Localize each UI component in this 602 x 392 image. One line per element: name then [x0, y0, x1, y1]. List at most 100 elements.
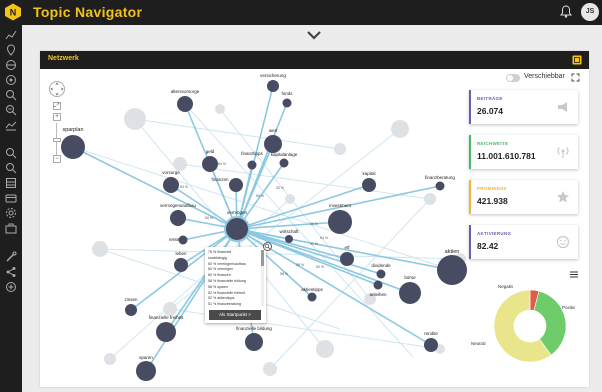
target-icon[interactable] — [5, 74, 17, 86]
label-positive: Positiv — [562, 305, 576, 310]
node-finanzielle-bildung — [424, 338, 438, 352]
node-sparen — [136, 361, 156, 381]
node-boerse — [399, 282, 421, 304]
related-terms-list[interactable]: 76 % finanziell unabhängig 60 % vermögen… — [208, 250, 260, 308]
node-dividende — [376, 269, 386, 279]
node-zinsen — [125, 304, 137, 316]
panel-title: Netzwerk — [48, 55, 79, 62]
tools-icon[interactable] — [5, 251, 17, 263]
network-panel: Netzwerk sparplan altersvorsorge versich… — [40, 51, 589, 387]
node-label: sparplan — [62, 127, 83, 133]
menu-icon[interactable] — [570, 271, 578, 278]
node-altersvorsorge — [177, 96, 193, 112]
node-label: altersvorsorge — [171, 89, 200, 94]
node-label: wirtschaft — [279, 229, 299, 234]
node-sparplan — [61, 135, 85, 159]
user-avatar[interactable]: JS — [581, 3, 599, 21]
edge-label: 60 % — [218, 162, 226, 166]
label-neutral: Neutral — [471, 341, 486, 346]
node-rente — [178, 235, 188, 245]
edge-label: 58 % — [296, 263, 304, 267]
chart-icon[interactable] — [5, 29, 17, 41]
related-terms-popup: 76 % finanziell unabhängig 60 % vermögen… — [205, 247, 266, 323]
node-label: werl — [269, 128, 277, 133]
panel-header: Netzwerk — [40, 51, 589, 69]
list-item[interactable]: 51 % finanzberatung — [208, 302, 260, 308]
card-value: 11.001.610.781 — [477, 151, 536, 161]
bell-icon[interactable] — [560, 5, 572, 18]
node-label: fonds — [281, 91, 293, 96]
node-vermoegen-center — [224, 216, 250, 242]
search-icon[interactable] — [263, 242, 272, 251]
briefcase-icon[interactable] — [5, 222, 17, 234]
location-icon[interactable] — [5, 44, 17, 56]
export-icon[interactable] — [572, 55, 582, 65]
top-bar: N Topic Navigator JS — [0, 0, 602, 25]
card-value: 82.42 — [477, 241, 499, 251]
node-label: rendite — [424, 331, 438, 336]
node-aktien — [437, 255, 467, 285]
zoom-out-button[interactable]: − — [53, 155, 61, 163]
node-kapital — [362, 178, 376, 192]
pan-icon[interactable] — [48, 80, 66, 98]
node-label: aktien — [445, 249, 460, 255]
fullscreen-icon[interactable] — [571, 73, 580, 82]
add-circle-icon[interactable] — [5, 281, 17, 293]
search-alt-icon[interactable] — [5, 162, 17, 174]
node-label: finanzielle freiheit — [149, 315, 185, 320]
node-label: finanzielle bildung — [236, 326, 272, 331]
globe-icon[interactable] — [5, 59, 17, 71]
node-label: finanzberatung — [425, 175, 455, 180]
node-label: dividende — [371, 263, 391, 268]
node-label: zinsen — [124, 297, 138, 302]
settings-icon[interactable] — [5, 207, 17, 219]
zoom-slider-handle[interactable] — [53, 138, 61, 142]
card-icon[interactable] — [5, 192, 17, 204]
app-logo[interactable]: N — [4, 3, 22, 21]
smiley-icon — [556, 235, 570, 249]
node-label: aktientipps — [301, 287, 323, 292]
card-label: AKTIVIERUNG — [477, 231, 512, 236]
search-chart-icon[interactable] — [5, 89, 17, 101]
node-fonds — [282, 98, 292, 108]
node-aktientipps — [307, 292, 317, 302]
label-negative: Negativ — [498, 284, 514, 289]
node-rendite — [245, 333, 263, 351]
megaphone-icon — [558, 102, 567, 112]
toggle-switch[interactable] — [506, 74, 520, 82]
card-value: 421.938 — [477, 196, 508, 206]
zoom-in-button[interactable]: + — [53, 113, 61, 121]
node-vorsorge — [163, 177, 179, 193]
edge-label: 52 % — [316, 265, 324, 269]
node-kapitalanlage — [279, 158, 289, 168]
edge-label: 64 % — [320, 236, 328, 240]
node-label: kapitalanlage — [271, 152, 298, 157]
search-icon[interactable] — [5, 147, 17, 159]
node-label: anleihen — [369, 292, 387, 297]
node-anleihen — [373, 280, 383, 290]
set-startpoint-button[interactable]: Als Startpunkt > — [209, 310, 261, 320]
card-label: REICHWEITE — [477, 141, 509, 146]
node-versicherung — [267, 80, 279, 92]
popup-scrollbar[interactable] — [261, 250, 264, 306]
card-accent — [469, 225, 471, 259]
card-label: BEITRÄGE — [477, 96, 503, 101]
zoom-icon[interactable] — [5, 104, 17, 116]
node-label: vermögensaufbau — [160, 203, 197, 208]
node-investment — [328, 210, 352, 234]
node-label: finanztipps — [241, 151, 263, 156]
table-icon[interactable] — [5, 177, 17, 189]
chevron-down-icon[interactable] — [306, 30, 322, 40]
node-finanzielle-freiheit — [156, 322, 176, 342]
card-value: 26.074 — [477, 106, 503, 116]
toggle-label: Verschiebbar — [524, 73, 565, 80]
fit-button[interactable]: ⤢ — [53, 102, 61, 110]
trend-icon[interactable] — [5, 119, 17, 131]
edge-label: 54 % — [180, 185, 188, 189]
share-icon[interactable] — [5, 266, 17, 278]
card-label: PROMINENZ — [477, 186, 507, 191]
card-reichweite: REICHWEITE 11.001.610.781 — [469, 135, 578, 169]
card-prominenz: PROMINENZ 421.938 — [469, 180, 578, 214]
node-label: rente — [169, 237, 180, 242]
node-label: kapital — [362, 171, 375, 176]
